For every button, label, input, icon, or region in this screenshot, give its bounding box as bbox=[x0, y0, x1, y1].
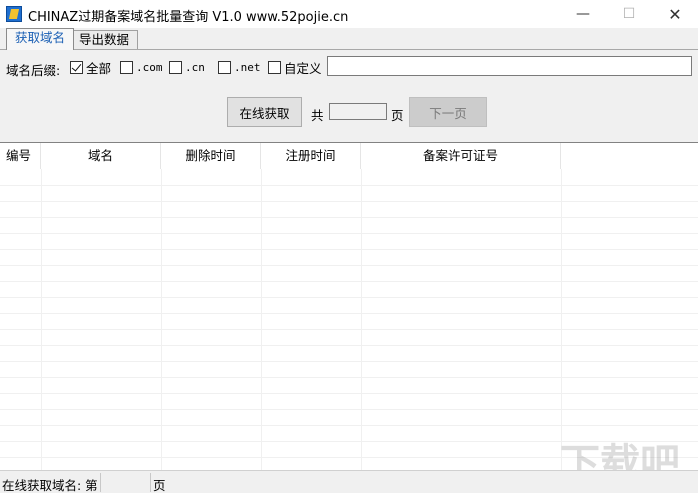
grid-line bbox=[0, 377, 698, 378]
grid-line bbox=[0, 265, 698, 266]
checkbox-net-label: .net bbox=[234, 60, 261, 74]
checkbox-all-box[interactable] bbox=[70, 60, 83, 74]
checkbox-custom-box[interactable] bbox=[268, 60, 281, 74]
grid-line bbox=[0, 185, 698, 186]
column-header-icp-number[interactable]: 备案许可证号 bbox=[361, 143, 561, 169]
table-header: 编号 域名 删除时间 注册时间 备案许可证号 bbox=[0, 143, 698, 169]
checkbox-net[interactable]: .net bbox=[218, 59, 261, 75]
grid-line bbox=[0, 217, 698, 218]
grid-line bbox=[0, 281, 698, 282]
status-page-suffix: 页 bbox=[153, 478, 166, 493]
checkbox-custom[interactable]: 自定义 bbox=[268, 59, 322, 76]
checkbox-com[interactable]: .com bbox=[120, 59, 163, 75]
tab-strip: 获取域名 导出数据 bbox=[2, 28, 696, 50]
grid-line bbox=[0, 441, 698, 442]
grid-line bbox=[0, 329, 698, 330]
status-text: 在线获取域名: 第 bbox=[2, 478, 98, 493]
status-separator bbox=[100, 473, 101, 492]
page-label: 页 bbox=[391, 108, 404, 123]
total-label: 共 bbox=[311, 108, 324, 123]
grid-column-line bbox=[361, 169, 362, 471]
grid-line bbox=[0, 233, 698, 234]
grid-line bbox=[0, 409, 698, 410]
checkbox-all[interactable]: 全部 bbox=[70, 59, 112, 76]
grid-line bbox=[0, 393, 698, 394]
checkbox-cn-box[interactable] bbox=[169, 60, 182, 74]
grid-line bbox=[0, 361, 698, 362]
checkbox-cn-label: .cn bbox=[185, 60, 205, 74]
custom-suffix-input[interactable] bbox=[327, 56, 692, 76]
grid-line bbox=[0, 313, 698, 314]
grid-line bbox=[0, 425, 698, 426]
column-header-domain[interactable]: 域名 bbox=[41, 143, 161, 169]
checkbox-com-box[interactable] bbox=[120, 60, 133, 74]
status-separator bbox=[150, 473, 151, 492]
total-pages-field[interactable] bbox=[329, 103, 387, 120]
checkbox-net-box[interactable] bbox=[218, 60, 231, 74]
fetch-online-button[interactable]: 在线获取 bbox=[227, 97, 302, 127]
minimize-button[interactable]: — bbox=[560, 0, 606, 28]
close-button[interactable]: ✕ bbox=[652, 0, 698, 28]
checkbox-all-label: 全部 bbox=[86, 60, 112, 76]
maximize-button[interactable]: ☐ bbox=[606, 0, 652, 28]
grid-column-line bbox=[561, 169, 562, 471]
tab-panel: 域名后缀: 全部 .com .cn .net 自定义 在线获取 共 页 下一页 bbox=[0, 50, 698, 142]
window-title: CHINAZ过期备案域名批量查询 V1.0 www.52pojie.cn bbox=[28, 10, 349, 25]
tab-get-domains[interactable]: 获取域名 bbox=[6, 28, 75, 50]
column-header-register-time[interactable]: 注册时间 bbox=[261, 143, 361, 169]
grid-line bbox=[0, 345, 698, 346]
grid-line bbox=[0, 457, 698, 458]
status-bar: 在线获取域名: 第 页 bbox=[0, 470, 698, 493]
client-area: 获取域名 导出数据 域名后缀: 全部 .com .cn .net 自定义 在线获… bbox=[0, 28, 698, 493]
domain-table[interactable]: 编号 域名 删除时间 注册时间 备案许可证号 bbox=[0, 142, 698, 471]
column-header-delete-time[interactable]: 删除时间 bbox=[161, 143, 261, 169]
grid-column-line bbox=[161, 169, 162, 471]
grid-column-line bbox=[261, 169, 262, 471]
grid-line bbox=[0, 249, 698, 250]
title-bar: CHINAZ过期备案域名批量查询 V1.0 www.52pojie.cn — ☐… bbox=[0, 0, 698, 28]
table-body[interactable] bbox=[0, 169, 698, 471]
column-header-number[interactable]: 编号 bbox=[0, 143, 41, 169]
grid-line bbox=[0, 201, 698, 202]
suffix-label: 域名后缀: bbox=[6, 63, 61, 78]
checkbox-custom-label: 自定义 bbox=[284, 60, 322, 76]
grid-column-line bbox=[41, 169, 42, 471]
app-icon bbox=[6, 6, 22, 22]
checkbox-com-label: .com bbox=[136, 60, 163, 74]
checkbox-cn[interactable]: .cn bbox=[169, 59, 205, 75]
tab-export-data[interactable]: 导出数据 bbox=[70, 30, 139, 49]
grid-line bbox=[0, 297, 698, 298]
next-page-button[interactable]: 下一页 bbox=[409, 97, 487, 127]
